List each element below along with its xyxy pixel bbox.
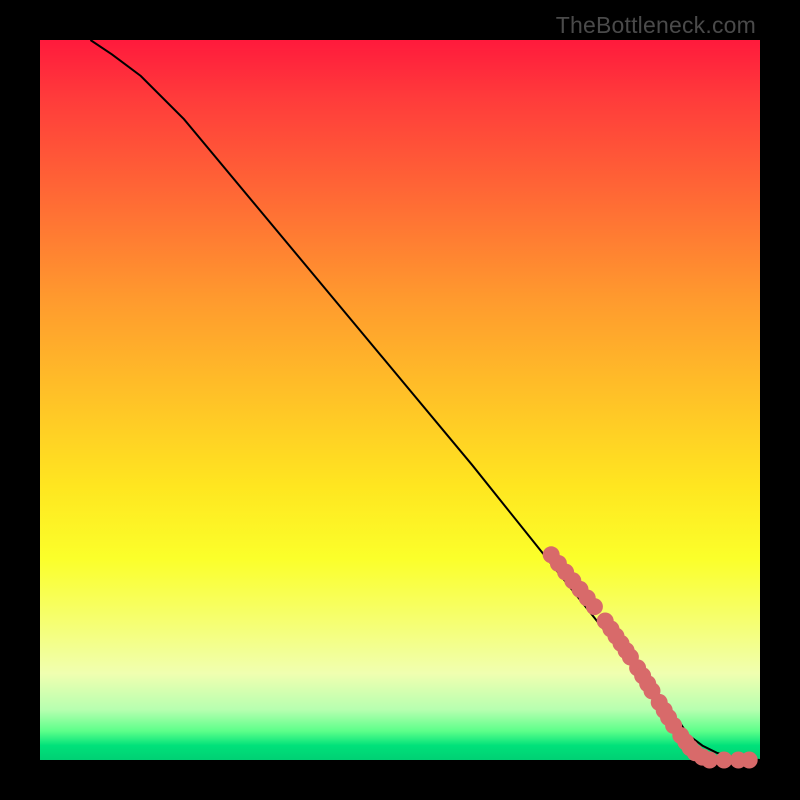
watermark-text: TheBottleneck.com bbox=[556, 12, 756, 39]
chart-frame: TheBottleneck.com bbox=[0, 0, 800, 800]
chart-svg bbox=[40, 40, 760, 760]
plot-area bbox=[40, 40, 760, 760]
data-point bbox=[741, 752, 758, 769]
curve-line bbox=[90, 40, 760, 760]
data-point bbox=[586, 598, 603, 615]
scatter-dots bbox=[543, 546, 758, 768]
